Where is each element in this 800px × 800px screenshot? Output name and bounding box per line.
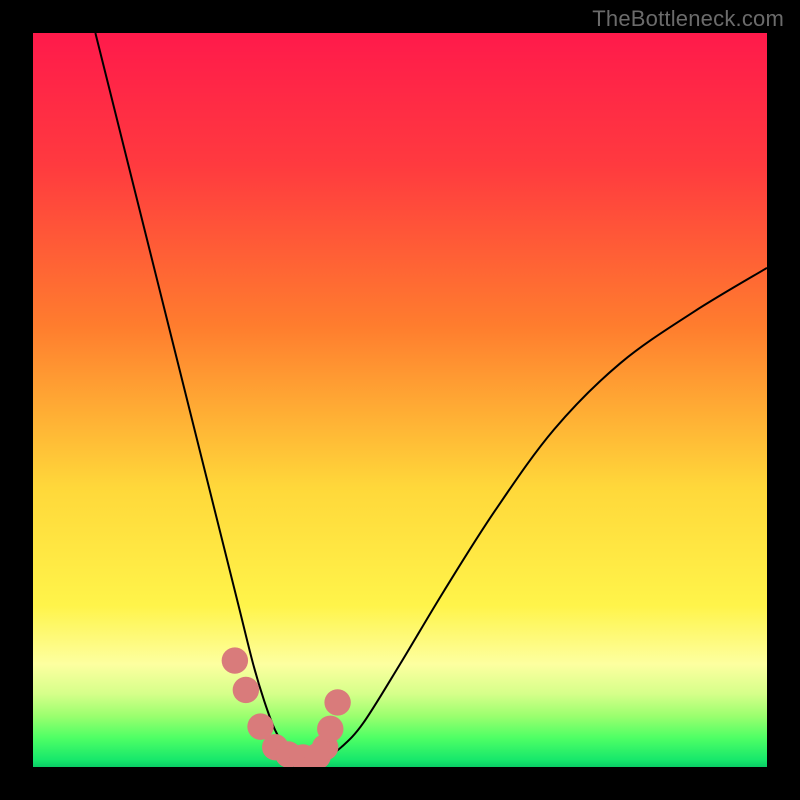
data-point [317,716,343,742]
data-point [324,689,350,715]
data-point-markers [222,647,351,767]
data-point [233,677,259,703]
data-point [222,647,248,673]
plot-area [33,33,767,767]
bottleneck-curve [95,33,767,758]
curve-layer [33,33,767,767]
chart-frame: TheBottleneck.com [0,0,800,800]
watermark-text: TheBottleneck.com [592,6,784,32]
